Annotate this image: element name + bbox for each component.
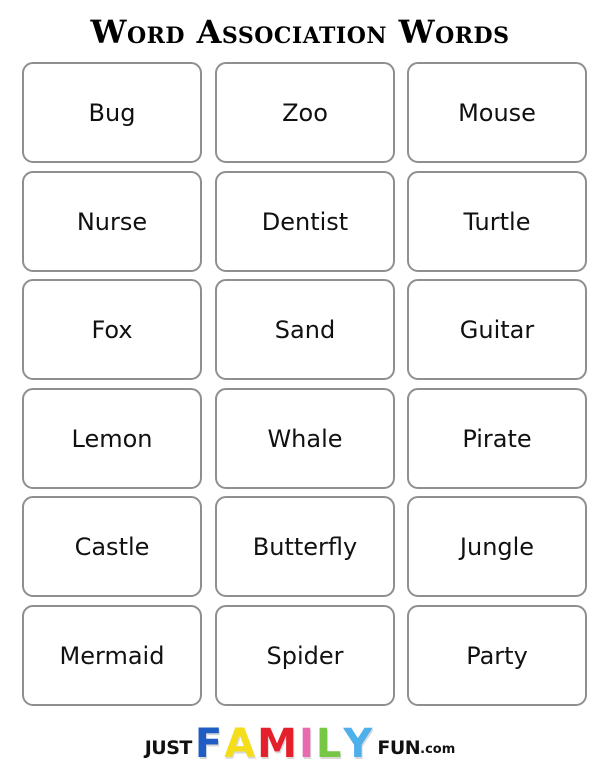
- logo-suffix: FUN: [377, 737, 421, 759]
- word-card: Pirate: [407, 388, 587, 489]
- word-card: Butterfly: [215, 496, 395, 597]
- logo-prefix: JUST: [144, 737, 193, 759]
- word-card: Guitar: [407, 279, 587, 380]
- logo-letter: M: [257, 721, 297, 767]
- word-label: Dentist: [261, 207, 349, 236]
- logo-letter: A: [224, 721, 256, 767]
- logo-letter: I: [298, 721, 314, 767]
- word-label: Zoo: [282, 98, 328, 127]
- word-card: Bug: [22, 62, 202, 163]
- word-card: Whale: [215, 388, 395, 489]
- word-label: Jungle: [459, 532, 535, 561]
- word-label: Spider: [266, 641, 344, 670]
- word-card: Castle: [22, 496, 202, 597]
- word-card: Sand: [215, 279, 395, 380]
- word-label: Guitar: [459, 315, 535, 344]
- word-card: Zoo: [215, 62, 395, 163]
- word-label: Castle: [74, 532, 150, 561]
- word-card: Spider: [215, 605, 395, 706]
- word-label: Butterfly: [252, 532, 358, 561]
- word-card: Party: [407, 605, 587, 706]
- word-label: Bug: [88, 98, 136, 127]
- word-label: Mermaid: [59, 641, 165, 670]
- word-label: Turtle: [463, 207, 531, 236]
- logo-letter: L: [315, 721, 342, 767]
- page-title: Word Association Words: [90, 13, 510, 51]
- word-label: Nurse: [76, 207, 148, 236]
- word-card: Dentist: [215, 171, 395, 272]
- word-card: Jungle: [407, 496, 587, 597]
- word-card: Lemon: [22, 388, 202, 489]
- word-label: Pirate: [462, 424, 532, 453]
- word-label: Sand: [274, 315, 336, 344]
- logo-letter: Y: [343, 721, 373, 767]
- word-card: Nurse: [22, 171, 202, 272]
- logo-letter: F: [194, 721, 223, 767]
- word-card: Fox: [22, 279, 202, 380]
- logo-family: FAMILY: [194, 724, 373, 764]
- word-card: Turtle: [407, 171, 587, 272]
- word-label: Party: [466, 641, 528, 670]
- word-label: Fox: [91, 315, 133, 344]
- word-label: Mouse: [458, 98, 536, 127]
- word-label: Whale: [267, 424, 343, 453]
- word-label: Lemon: [71, 424, 153, 453]
- word-card: Mermaid: [22, 605, 202, 706]
- word-card: Mouse: [407, 62, 587, 163]
- logo: JUST FAMILY FUN .com: [0, 722, 600, 766]
- logo-domain: .com: [420, 741, 456, 757]
